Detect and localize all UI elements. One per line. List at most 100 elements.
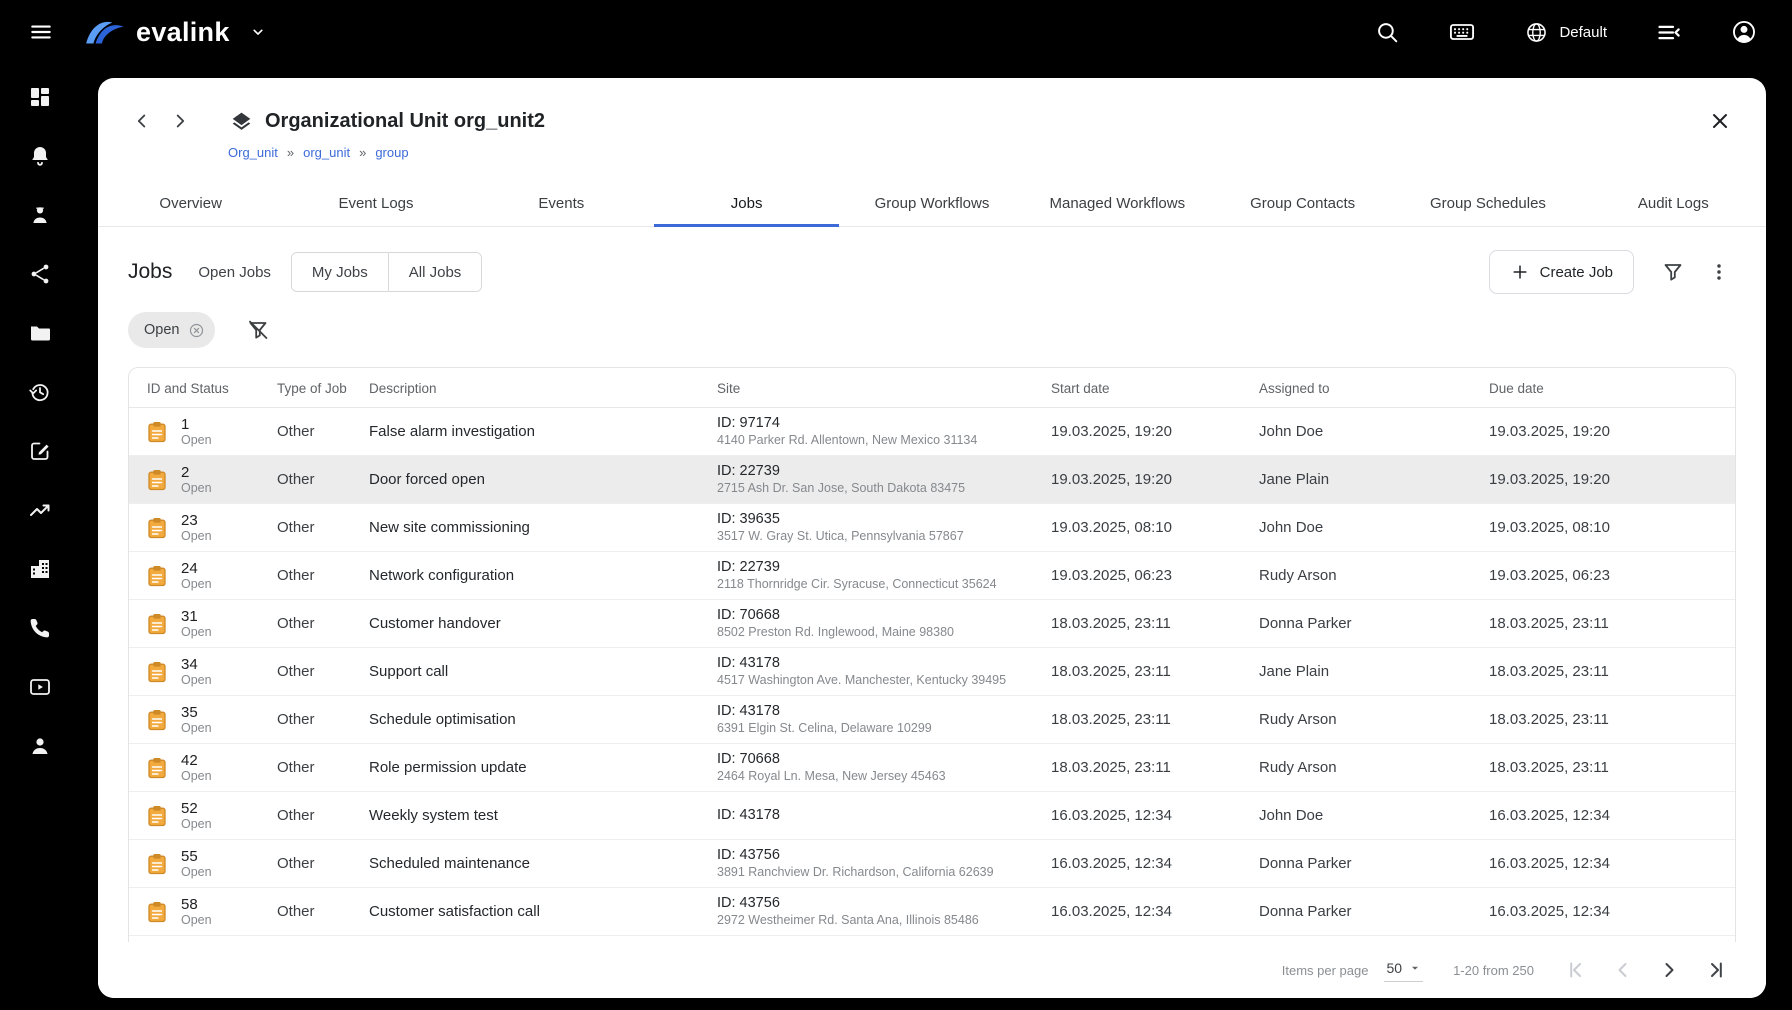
table-row[interactable]: 2 Open Other Door forced open ID: 22739 … [129, 456, 1735, 504]
table-row[interactable]: 58 Open Other Customer satisfaction call… [129, 888, 1735, 936]
table-row[interactable]: 31 Open Other Customer handover ID: 7066… [129, 600, 1735, 648]
job-description: Role permission update [353, 759, 701, 776]
company-building-icon[interactable] [20, 556, 60, 582]
job-due-date: 16.03.2025, 12:34 [1473, 903, 1735, 920]
media-display-icon[interactable] [20, 674, 60, 700]
clear-filters-icon[interactable] [241, 313, 275, 347]
trending-up-icon[interactable] [20, 497, 60, 523]
job-assigned-to: Donna Parker [1243, 903, 1473, 920]
forward-chevron-icon[interactable] [166, 107, 194, 135]
job-start-date: 19.03.2025, 06:23 [1035, 567, 1243, 584]
my-jobs-toggle[interactable]: My Jobs [292, 253, 388, 291]
table-body: 1 Open Other False alarm investigation I… [129, 408, 1735, 942]
job-clipboard-icon [147, 661, 167, 683]
create-job-button[interactable]: Create Job [1489, 250, 1634, 294]
job-due-date: 19.03.2025, 19:20 [1473, 471, 1735, 488]
next-page-button[interactable] [1654, 955, 1684, 985]
tab-managed-workflows[interactable]: Managed Workflows [1025, 180, 1210, 226]
last-page-button[interactable] [1700, 955, 1730, 985]
filter-icon[interactable] [1656, 255, 1690, 289]
close-icon[interactable] [1704, 105, 1736, 137]
job-description: Scheduled maintenance [353, 855, 701, 872]
tab-event-logs[interactable]: Event Logs [283, 180, 468, 226]
job-description: Weekly system test [353, 807, 701, 824]
chip-remove-icon[interactable] [187, 321, 206, 340]
folder-icon[interactable] [20, 320, 60, 346]
job-assigned-to: Jane Plain [1243, 471, 1473, 488]
job-start-date: 19.03.2025, 08:10 [1035, 519, 1243, 536]
job-start-date: 18.03.2025, 23:11 [1035, 711, 1243, 728]
breadcrumb-group[interactable]: group [375, 145, 408, 160]
breadcrumb-separator: » [287, 145, 294, 160]
job-id: 1 [181, 416, 212, 433]
layers-icon [230, 110, 253, 133]
job-type: Other [261, 855, 353, 872]
tab-label: Events [538, 195, 584, 212]
first-page-button[interactable] [1562, 955, 1592, 985]
dashboard-icon[interactable] [20, 84, 60, 110]
table-row[interactable]: 23 Open Other New site commissioning ID:… [129, 504, 1735, 552]
tab-events[interactable]: Events [469, 180, 654, 226]
site-id: ID: 43178 [717, 806, 1035, 824]
table-row[interactable]: 35 Open Other Schedule optimisation ID: … [129, 696, 1735, 744]
active-filter-chip[interactable]: Open [128, 312, 215, 348]
history-icon[interactable] [20, 379, 60, 405]
job-clipboard-icon [147, 613, 167, 635]
job-description: Schedule optimisation [353, 711, 701, 728]
job-start-date: 18.03.2025, 23:11 [1035, 759, 1243, 776]
items-per-page-select[interactable]: 50 [1384, 958, 1423, 982]
menu-open-icon[interactable] [1651, 15, 1686, 50]
brand-name: evalink [136, 17, 230, 48]
tab-overview[interactable]: Overview [98, 180, 283, 226]
open-jobs-toggle[interactable]: Open Jobs [186, 254, 283, 291]
table-row[interactable]: 34 Open Other Support call ID: 43178 451… [129, 648, 1735, 696]
share-nodes-icon[interactable] [20, 261, 60, 287]
task-edit-icon[interactable] [20, 438, 60, 464]
job-clipboard-icon [147, 421, 167, 443]
job-assigned-to: Donna Parker [1243, 615, 1473, 632]
tab-group-workflows[interactable]: Group Workflows [839, 180, 1024, 226]
tab-group-schedules[interactable]: Group Schedules [1395, 180, 1580, 226]
previous-page-button[interactable] [1608, 955, 1638, 985]
account-icon[interactable] [1726, 14, 1762, 50]
job-id: 34 [181, 656, 212, 673]
table-row[interactable]: 42 Open Other Role permission update ID:… [129, 744, 1735, 792]
job-id: 2 [181, 464, 212, 481]
tab-label: Audit Logs [1638, 195, 1709, 212]
table-row[interactable]: 52 Open Other Weekly system test ID: 431… [129, 792, 1735, 840]
job-assigned-to: Rudy Arson [1243, 711, 1473, 728]
all-jobs-toggle[interactable]: All Jobs [388, 253, 482, 291]
table-row[interactable]: 55 Open Other Scheduled maintenance ID: … [129, 840, 1735, 888]
jobs-heading: Jobs [128, 260, 172, 284]
site-id: ID: 43756 [717, 894, 1035, 912]
breadcrumb-org-unit-root[interactable]: Org_unit [228, 145, 278, 160]
hamburger-menu-icon[interactable] [24, 15, 58, 49]
job-assigned-to: Jane Plain [1243, 663, 1473, 680]
environment-switcher[interactable]: Default [1520, 16, 1611, 49]
site-id: ID: 22739 [717, 558, 1035, 576]
keyboard-icon[interactable] [1444, 14, 1480, 50]
tab-jobs[interactable]: Jobs [654, 180, 839, 226]
job-description: False alarm investigation [353, 423, 701, 440]
back-chevron-icon[interactable] [128, 107, 156, 135]
job-id: 55 [181, 848, 212, 865]
search-icon[interactable] [1370, 15, 1404, 49]
tab-audit-logs[interactable]: Audit Logs [1581, 180, 1766, 226]
person-icon[interactable] [20, 733, 60, 759]
table-row[interactable]: 1 Open Other False alarm investigation I… [129, 408, 1735, 456]
job-due-date: 19.03.2025, 06:23 [1473, 567, 1735, 584]
alarms-bell-icon[interactable] [20, 143, 60, 169]
brand-chevron-down-icon[interactable] [244, 18, 272, 46]
breadcrumb-org-unit[interactable]: org_unit [303, 145, 350, 160]
site-id: ID: 22739 [717, 462, 1035, 480]
tab-label: Overview [159, 195, 222, 212]
paginator: Items per page 50 1-20 from 250 [98, 942, 1766, 998]
kebab-menu-icon[interactable] [1702, 255, 1736, 289]
technician-icon[interactable] [20, 202, 60, 228]
job-due-date: 18.03.2025, 23:11 [1473, 711, 1735, 728]
phone-icon[interactable] [20, 615, 60, 641]
environment-label: Default [1559, 24, 1607, 41]
table-row[interactable]: 24 Open Other Network configuration ID: … [129, 552, 1735, 600]
job-start-date: 18.03.2025, 23:11 [1035, 615, 1243, 632]
tab-group-contacts[interactable]: Group Contacts [1210, 180, 1395, 226]
